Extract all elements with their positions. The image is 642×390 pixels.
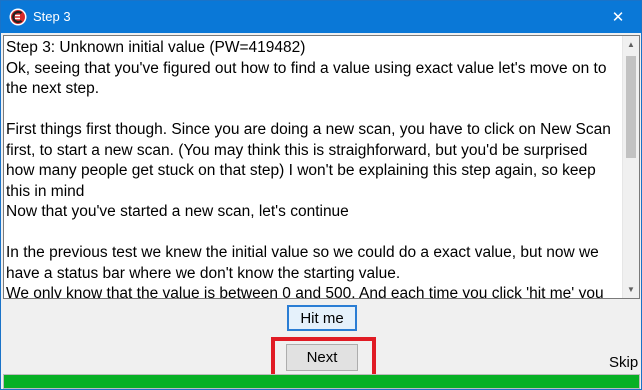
scroll-thumb[interactable] [626, 56, 636, 158]
scroll-down-arrow-icon[interactable]: ▼ [623, 281, 639, 298]
tutorial-text: Step 3: Unknown initial value (PW=419482… [6, 39, 611, 299]
tutorial-text-box[interactable]: Step 3: Unknown initial value (PW=419482… [3, 35, 640, 299]
tutorial-window: Step 3 ✕ Step 3: Unknown initial value (… [0, 0, 642, 390]
scroll-up-arrow-icon[interactable]: ▲ [623, 36, 639, 53]
close-icon: ✕ [611, 9, 625, 26]
progress-bar [3, 374, 640, 389]
skip-link[interactable]: Skip [609, 354, 638, 371]
progress-bar-fill [4, 375, 639, 388]
window-title: Step 3 [33, 9, 71, 24]
cheat-engine-icon [9, 8, 27, 26]
hit-me-button[interactable]: Hit me [287, 305, 357, 331]
close-button[interactable]: ✕ [595, 1, 641, 33]
next-button[interactable]: Next [286, 344, 358, 371]
vertical-scrollbar[interactable]: ▲ ▼ [622, 36, 639, 298]
title-bar[interactable]: Step 3 ✕ [1, 1, 641, 33]
